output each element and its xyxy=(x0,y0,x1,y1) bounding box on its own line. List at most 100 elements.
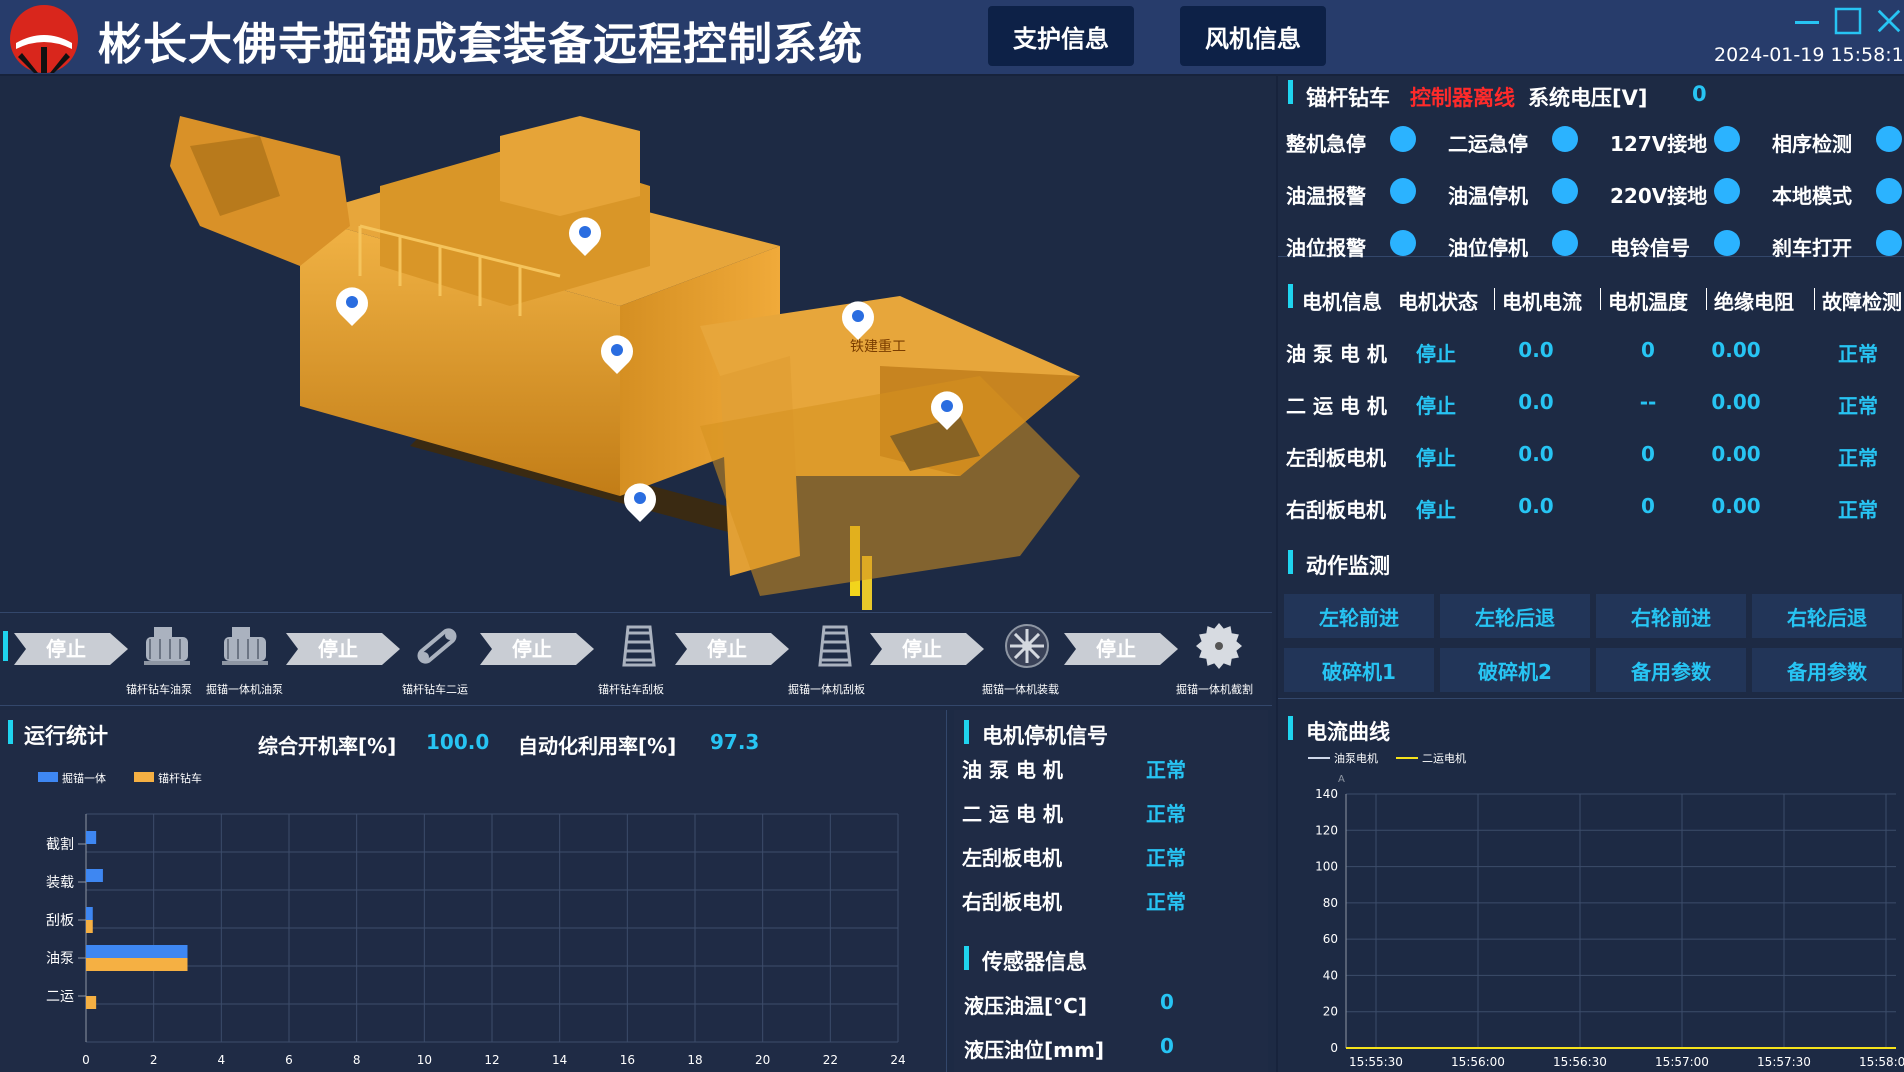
legend-swatch xyxy=(134,772,154,782)
legend-label: 掘锚一体 xyxy=(62,771,106,785)
stop-signal-name: 右刮板电机 xyxy=(962,890,1062,914)
maximize-icon[interactable] xyxy=(1833,6,1863,36)
motor-current: 0.0 xyxy=(1518,390,1554,414)
x-tick-label: 6 xyxy=(285,1053,293,1067)
x-tick-label: 2 xyxy=(150,1053,158,1067)
indicator-label: 油温报警 xyxy=(1286,184,1366,208)
indicator-light xyxy=(1876,230,1902,256)
stop-signal-status: 正常 xyxy=(1146,802,1186,826)
stop-signal-name: 左刮板电机 xyxy=(962,846,1062,870)
indicator-light xyxy=(1876,178,1902,204)
indicator-label: 二运急停 xyxy=(1448,132,1528,156)
indicator-label: 相序检测 xyxy=(1772,132,1852,156)
action-button[interactable]: 备用参数 xyxy=(1752,648,1902,692)
run-stats-chart: 掘锚一体 锚杆钻车0 2 4 6 8 10 12 14 16 18 20 22 24截割装载刮板油泵二运 xyxy=(38,771,906,1067)
header-divider xyxy=(1706,288,1707,310)
y-tick-label: 刮板 xyxy=(46,913,74,929)
motor-header-cell: 电机温度 xyxy=(1608,290,1688,314)
y-tick-label: 油泵 xyxy=(46,951,74,967)
saw-blade-icon xyxy=(1196,623,1242,669)
bar xyxy=(86,869,103,882)
motor-name: 二 运 电 机 xyxy=(1286,394,1387,418)
y-tick-label: 二运 xyxy=(46,989,74,1005)
indicator-label: 油位停机 xyxy=(1448,236,1528,260)
motor-state: 停止 xyxy=(1416,498,1456,522)
y-tick-label: 20 xyxy=(1323,1005,1338,1019)
action-button[interactable]: 左轮前进 xyxy=(1284,594,1434,638)
pump-icon xyxy=(144,627,190,665)
controller-status: 控制器离线 xyxy=(1410,86,1515,110)
y-tick-label: 80 xyxy=(1323,896,1338,910)
x-tick-label: 15:55:30 xyxy=(1349,1055,1403,1069)
sensor-marker-icon[interactable] xyxy=(623,483,656,522)
x-tick-label: 15:56:30 xyxy=(1553,1055,1607,1069)
x-tick-label: 15:57:30 xyxy=(1757,1055,1811,1069)
device-label: 掘锚一体机装载 xyxy=(982,683,1059,696)
x-tick-label: 22 xyxy=(823,1053,838,1067)
bar xyxy=(86,945,188,958)
x-tick-label: 20 xyxy=(755,1053,770,1067)
y-tick-label: 截割 xyxy=(46,836,74,853)
overall-rate-value: 100.0 xyxy=(426,730,490,754)
x-tick-label: 12 xyxy=(484,1053,499,1067)
section-marker xyxy=(1288,284,1293,308)
stop-status-arrow: 停止 xyxy=(286,633,400,665)
motor-insulation: 0.00 xyxy=(1711,338,1761,362)
x-tick-label: 8 xyxy=(353,1053,361,1067)
stop-status-text: 停止 xyxy=(902,637,942,661)
stop-signal-name: 油 泵 电 机 xyxy=(962,758,1063,782)
header-divider xyxy=(1814,288,1815,310)
y-tick-label: 40 xyxy=(1323,968,1338,982)
motor-header-cell: 电机电流 xyxy=(1502,290,1582,314)
action-button[interactable]: 右轮后退 xyxy=(1752,594,1902,638)
voltage-label: 系统电压[V] xyxy=(1528,86,1648,110)
legend-swatch xyxy=(38,772,58,782)
header-divider xyxy=(1600,288,1601,310)
stop-status-text: 停止 xyxy=(707,637,747,661)
motor-header-cell: 故障检测 xyxy=(1822,290,1902,314)
stop-signal-name: 二 运 电 机 xyxy=(962,802,1063,826)
device-label: 锚杆钻车油泵 xyxy=(126,683,192,696)
right-panel: 锚杆钻车 控制器离线 系统电压[V] 0 动作监测 电流曲线 油泵电机 二运电机 A… xyxy=(1276,76,1904,1072)
machine-view: 铁建重工 xyxy=(0,76,1274,646)
motor-fault: 正常 xyxy=(1838,498,1878,522)
bar xyxy=(86,958,188,971)
sensor-name: 液压油温[°C] xyxy=(964,994,1087,1018)
motor-name: 右刮板电机 xyxy=(1286,498,1386,522)
stop-signal-title: 电机停机信号 xyxy=(982,724,1108,748)
company-logo xyxy=(10,5,78,73)
indicator-light xyxy=(1714,230,1740,256)
sensor-value: 0 xyxy=(1160,1034,1174,1058)
y-tick-label: 120 xyxy=(1315,823,1338,837)
indicator-light xyxy=(1552,230,1578,256)
x-tick-label: 15:57:00 xyxy=(1655,1055,1709,1069)
x-tick-label: 4 xyxy=(218,1053,226,1067)
action-button[interactable]: 备用参数 xyxy=(1596,648,1746,692)
current-curve-title: 电流曲线 xyxy=(1306,720,1390,744)
action-button[interactable]: 破碎机2 xyxy=(1440,648,1590,692)
close-icon[interactable] xyxy=(1875,6,1903,36)
motor-fault: 正常 xyxy=(1838,394,1878,418)
action-button[interactable]: 破碎机1 xyxy=(1284,648,1434,692)
stop-signal-status: 正常 xyxy=(1146,758,1186,782)
stop-status-arrow: 停止 xyxy=(480,633,594,665)
minimize-icon[interactable] xyxy=(1792,6,1822,36)
action-button[interactable]: 左轮后退 xyxy=(1440,594,1590,638)
support-info-button[interactable]: 支护信息 xyxy=(988,6,1134,66)
motor-fault: 正常 xyxy=(1838,342,1878,366)
scraper-icon xyxy=(622,625,656,667)
motor-state: 停止 xyxy=(1416,446,1456,470)
fan-info-button[interactable]: 风机信息 xyxy=(1180,6,1326,66)
overall-rate-label: 综合开机率[%] xyxy=(258,734,397,758)
indicator-label: 整机急停 xyxy=(1286,132,1366,156)
action-monitor-title: 动作监测 xyxy=(1306,554,1390,578)
indicator-label: 刹车打开 xyxy=(1772,236,1852,260)
y-tick-label: 装载 xyxy=(46,875,74,891)
indicator-label: 127V接地 xyxy=(1610,132,1708,156)
x-tick-label: 14 xyxy=(552,1053,567,1067)
bar xyxy=(86,907,93,920)
x-tick-label: 15:58:00 xyxy=(1859,1055,1904,1069)
motor-header-cell: 电机信息 xyxy=(1302,290,1382,314)
indicator-light xyxy=(1390,126,1416,152)
action-button[interactable]: 右轮前进 xyxy=(1596,594,1746,638)
